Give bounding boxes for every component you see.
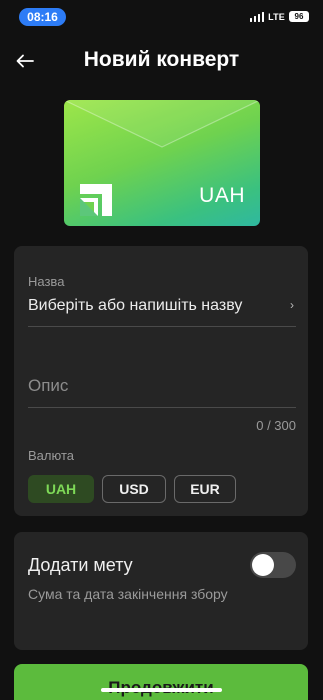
envelope-preview: UAH — [64, 100, 260, 226]
continue-button[interactable]: Продовжити — [14, 664, 308, 700]
chevron-right-icon: › — [290, 298, 294, 312]
network-type: LTE — [268, 11, 285, 22]
goal-toggle[interactable] — [250, 552, 296, 578]
battery-icon: 96 — [289, 11, 309, 22]
envelope-form-card: Назва Виберіть або напишіть назву › Опис… — [14, 246, 308, 516]
status-indicators: LTE 96 — [249, 11, 309, 22]
home-indicator — [101, 688, 222, 692]
signal-icon — [249, 11, 265, 22]
status-bar: 08:16 LTE 96 — [0, 0, 323, 32]
privatbank-logo-icon — [80, 184, 112, 216]
name-divider — [28, 326, 296, 327]
description-counter: 0 / 300 — [256, 418, 296, 433]
currency-selector: UAH USD EUR — [28, 475, 236, 503]
name-label: Назва — [28, 274, 65, 289]
description-divider — [28, 407, 296, 408]
goal-title: Додати мету — [28, 555, 133, 575]
toggle-knob — [252, 554, 274, 576]
currency-chip-uah[interactable]: UAH — [28, 475, 94, 503]
status-time: 08:16 — [19, 8, 66, 26]
goal-card: Додати мету Сума та дата закінчення збор… — [14, 532, 308, 650]
description-field[interactable]: Опис — [28, 376, 68, 396]
envelope-currency: UAH — [199, 184, 245, 207]
currency-chip-usd[interactable]: USD — [102, 475, 166, 503]
envelope-flap — [64, 100, 260, 148]
currency-label: Валюта — [28, 448, 74, 463]
page-title-text: Новий конверт — [83, 48, 240, 71]
page-title: Новий конверт — [0, 48, 323, 72]
name-field[interactable]: Виберіть або напишіть назву — [28, 297, 294, 315]
currency-chip-eur[interactable]: EUR — [174, 475, 236, 503]
goal-subtitle: Сума та дата закінчення збору — [28, 586, 228, 602]
